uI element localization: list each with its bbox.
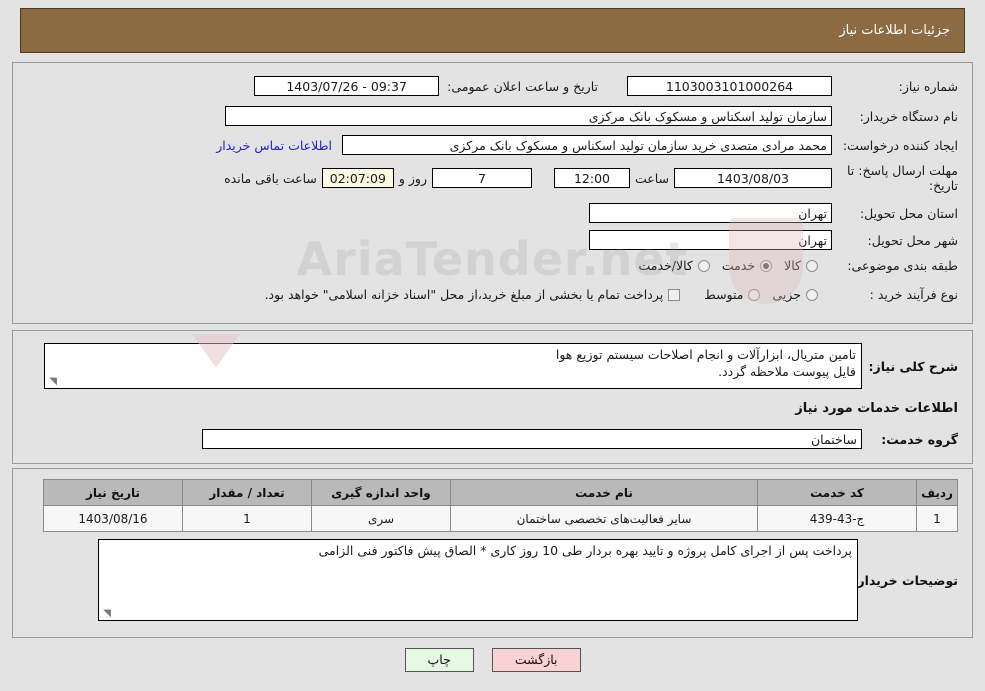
col-quantity: تعداد / مقدار: [182, 479, 312, 506]
announce-label: تاریخ و ساعت اعلان عمومی:: [447, 78, 598, 94]
row-process: نوع فرآیند خرید : جزیی متوسط پرداخت تمام…: [265, 287, 958, 302]
resize-grip-icon[interactable]: ◥: [47, 377, 57, 387]
province-label: استان محل تحویل:: [859, 205, 958, 221]
table-header-row: ردیف کد خدمت نام خدمت واحد اندازه گیری ت…: [43, 479, 958, 506]
page-title: جزئیات اطلاعات نیاز: [839, 23, 950, 38]
requester-field: محمد مرادی متصدی خرید سازمان تولید اسکنا…: [342, 135, 832, 155]
city-field: تهران: [589, 230, 832, 250]
table-row: 1 ج-43-439 سایر فعالیت‌های تخصصی ساختمان…: [43, 505, 958, 532]
row-description: شرح کلی نیاز: تامین متریال، ابزارآلات و …: [44, 343, 958, 389]
description-line-1: تامین متریال، ابزارآلات و انجام اصلاحات …: [555, 347, 856, 362]
services-section-title: اطلاعات خدمات مورد نیاز: [795, 401, 958, 416]
days-label: روز و: [398, 170, 427, 186]
items-panel: ردیف کد خدمت نام خدمت واحد اندازه گیری ت…: [12, 468, 973, 638]
col-name: نام خدمت: [450, 479, 758, 506]
button-bar: بازگشت چاپ: [0, 648, 985, 672]
description-line-2: فایل پیوست ملاحظه گردد.: [718, 364, 856, 379]
row-buyer-notes: توضیحات خریدار: پرداخت پس از اجرای کامل …: [98, 539, 958, 621]
cell-code: ج-43-439: [757, 505, 917, 532]
need-number-field: 1103003101000264: [627, 76, 832, 96]
row-requester: ایجاد کننده درخواست: محمد مرادی متصدی خر…: [216, 135, 958, 155]
buyer-contact-link[interactable]: اطلاعات تماس خریدار: [216, 138, 332, 153]
countdown-label: ساعت باقی مانده: [224, 170, 317, 186]
row-deadline: مهلت ارسال پاسخ: تا تاریخ: 1403/08/03 سا…: [219, 163, 958, 193]
radio-label-kala: کالا: [784, 258, 801, 273]
service-group-label: گروه خدمت:: [881, 431, 958, 447]
radio-process-motavaset[interactable]: [748, 288, 761, 301]
buyer-org-field: سازمان تولید اسکناس و مسکوک بانک مرکزی: [225, 106, 832, 126]
buyer-notes-textarea[interactable]: پرداخت پس از اجرای کامل پروژه و تایید به…: [98, 539, 858, 621]
radio-label-jozi: جزیی: [772, 287, 801, 302]
row-province: استان محل تحویل: تهران: [589, 203, 958, 223]
radio-category-kala-khedmat[interactable]: [697, 259, 710, 272]
description-textarea[interactable]: تامین متریال، ابزارآلات و انجام اصلاحات …: [44, 343, 862, 389]
need-number-label: شماره نیاز:: [898, 78, 958, 94]
service-group-field: ساختمان: [202, 429, 862, 449]
row-category: طبقه بندی موضوعی: کالا خدمت کالا/خدمت: [626, 258, 958, 273]
radio-category-kala[interactable]: [806, 259, 818, 272]
row-city: شهر محل تحویل: تهران: [589, 230, 958, 250]
category-label: طبقه بندی موضوعی:: [847, 258, 958, 273]
cell-quantity: 1: [182, 505, 312, 532]
page-header: جزئیات اطلاعات نیاز: [20, 8, 965, 53]
radio-process-jozi[interactable]: [806, 288, 818, 301]
cell-name: سایر فعالیت‌های تخصصی ساختمان: [450, 505, 758, 532]
col-need-date: تاریخ نیاز: [43, 479, 183, 506]
deadline-date-field: 1403/08/03: [674, 168, 832, 188]
radio-label-khedmat: خدمت: [721, 258, 756, 273]
deadline-time-field: 12:00: [553, 168, 630, 188]
announce-field: 09:37 - 1403/07/26: [254, 76, 440, 96]
row-announce-date: تاریخ و ساعت اعلان عمومی: 09:37 - 1403/0…: [254, 76, 598, 96]
col-code: کد خدمت: [757, 479, 917, 506]
treasury-note-label: پرداخت تمام یا بخشی از مبلغ خرید،از محل …: [264, 287, 664, 302]
row-buyer-org: نام دستگاه خریدار: سازمان تولید اسکناس و…: [225, 106, 958, 126]
buyer-notes-text: پرداخت پس از اجرای کامل پروژه و تایید به…: [318, 543, 852, 558]
buyer-org-label: نام دستگاه خریدار:: [859, 108, 958, 124]
time-label: ساعت: [634, 170, 669, 186]
requester-label: ایجاد کننده درخواست:: [842, 137, 958, 153]
radio-category-khedmat[interactable]: [760, 259, 773, 272]
remaining-days-field: 7: [431, 168, 532, 188]
tender-details-page: جزئیات اطلاعات نیاز AriaTender.net شماره…: [0, 0, 985, 691]
resize-grip-icon-notes[interactable]: ◥: [101, 609, 111, 619]
description-panel: شرح کلی نیاز: تامین متریال، ابزارآلات و …: [12, 330, 973, 464]
countdown-field: 02:07:09: [321, 168, 394, 188]
back-button[interactable]: بازگشت: [491, 648, 581, 672]
checkbox-treasury-docs[interactable]: [668, 288, 681, 301]
row-need-number: شماره نیاز: 1103003101000264: [627, 76, 958, 96]
print-button[interactable]: چاپ: [404, 648, 474, 672]
col-radif: ردیف: [916, 479, 958, 506]
process-label: نوع فرآیند خرید :: [869, 287, 958, 302]
deadline-label: مهلت ارسال پاسخ: تا تاریخ:: [847, 163, 958, 193]
radio-label-kala-khedmat: کالا/خدمت: [638, 258, 693, 273]
province-field: تهران: [589, 203, 832, 223]
description-label: شرح کلی نیاز:: [868, 358, 958, 374]
services-table: ردیف کد خدمت نام خدمت واحد اندازه گیری ت…: [43, 479, 958, 532]
cell-radif: 1: [916, 505, 958, 532]
col-unit: واحد اندازه گیری: [311, 479, 451, 506]
city-label: شهر محل تحویل:: [867, 232, 958, 248]
cell-need-date: 1403/08/16: [43, 505, 183, 532]
services-section-title-wrap: اطلاعات خدمات مورد نیاز: [795, 397, 958, 416]
cell-unit: سری: [311, 505, 451, 532]
radio-label-motavaset: متوسط: [704, 287, 744, 302]
main-info-panel: شماره نیاز: 1103003101000264 تاریخ و ساع…: [12, 62, 973, 324]
row-service-group: گروه خدمت: ساختمان: [202, 429, 958, 449]
buyer-notes-label: توضیحات خریدار:: [852, 572, 958, 588]
